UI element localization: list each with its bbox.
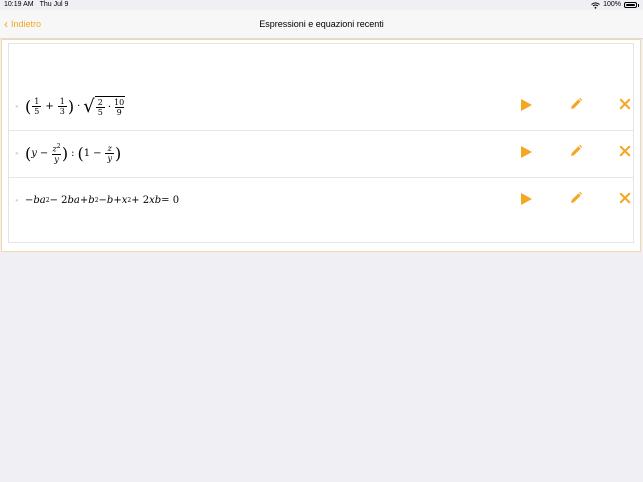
battery-percent: 100% [603,1,621,8]
play-icon[interactable] [521,146,532,158]
expression-formula[interactable]: (1 5 +1 3) · √ 2 5 · 10 9 [25,83,126,130]
close-icon[interactable] [619,98,631,110]
status-right: 100% [591,0,639,10]
pencil-icon[interactable] [569,144,583,158]
close-icon[interactable] [619,192,631,204]
recent-list: ● (1 5 +1 3) · √ 2 5 · 10 9 ● (y − z2 y):(1− z y) ● − ba… [8,43,634,243]
pencil-icon[interactable] [569,191,583,205]
status-time: 10:19 AM [4,1,34,8]
recent-list-panel: ● (1 5 +1 3) · √ 2 5 · 10 9 ● (y − z2 y):(1− z y) ● − ba… [1,39,641,252]
play-icon[interactable] [521,193,532,205]
bullet-icon: ● [15,151,19,157]
status-bar: 10:19 AM Thu Jul 9 100% [0,0,643,10]
status-date: Thu Jul 9 [39,1,69,8]
list-item: ● (1 5 +1 3) · √ 2 5 · 10 9 [9,83,633,131]
pencil-icon[interactable] [569,97,583,111]
wifi-icon [591,1,600,9]
bullet-icon: ● [15,104,19,110]
battery-icon [624,2,637,8]
expression-formula[interactable]: (y − z2 y):(1− z y) [25,130,121,177]
list-item: ● (y − z2 y):(1− z y) [9,130,633,178]
equation-formula[interactable]: − ba 2 − 2 ba + b2 − b + x2 + 2 xb = 0 [25,177,179,224]
navigation-bar: ‹ Indietro Espressioni e equazioni recen… [0,10,643,39]
bullet-icon: ● [15,198,19,204]
status-left: 10:19 AM Thu Jul 9 [4,0,74,10]
list-item: ● − ba 2 − 2 ba + b2 − b + x2 + 2 xb = 0 [9,177,633,224]
close-icon[interactable] [619,145,631,157]
play-icon[interactable] [521,99,532,111]
page-title: Espressioni e equazioni recenti [259,19,384,29]
